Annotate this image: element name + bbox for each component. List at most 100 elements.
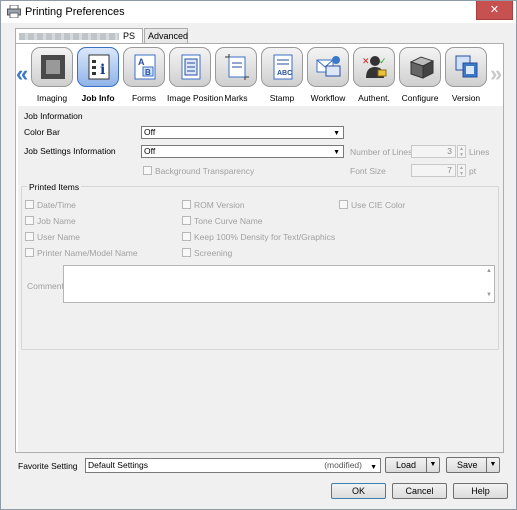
- number-of-lines-unit: Lines: [469, 147, 490, 157]
- printer-icon: [7, 4, 21, 19]
- job-info-icon: i: [88, 54, 110, 80]
- icon-tab-imaging[interactable]: Imaging: [29, 47, 75, 103]
- printed-items-heading: Printed Items: [27, 182, 82, 192]
- icon-tab-label: Forms: [131, 93, 157, 103]
- title-bar: Printing Preferences ✕: [1, 1, 516, 23]
- authentication-icon: ✕ ✓: [362, 56, 387, 78]
- font-size-label: Font Size: [350, 166, 386, 176]
- icon-tab-stamp[interactable]: ABC Stamp: [259, 47, 305, 103]
- save-dropdown-icon[interactable]: ▼: [486, 458, 499, 472]
- tab-ps[interactable]: PS: [15, 28, 143, 44]
- date-time-label: Date/Time: [37, 200, 76, 210]
- scroll-right-arrow: »: [490, 61, 503, 86]
- icon-tab-label: Configure: [401, 93, 439, 103]
- tab-ps-label: PS: [123, 31, 136, 41]
- save-button-label: Save: [457, 460, 478, 470]
- rom-version-checkbox[interactable]: [182, 200, 191, 209]
- favorite-setting-label: Favorite Setting: [18, 461, 78, 471]
- ok-button[interactable]: OK: [331, 483, 386, 499]
- forms-icon: AB: [134, 54, 156, 80]
- scroll-up-icon[interactable]: ▲: [486, 268, 492, 274]
- icon-tab-forms[interactable]: AB Forms: [121, 47, 167, 103]
- icon-tab-label: Marks: [224, 93, 248, 103]
- background-transparency-checkbox: [143, 166, 152, 175]
- color-bar-select[interactable]: Off ▼: [141, 126, 344, 139]
- tone-curve-name-checkbox[interactable]: [182, 216, 191, 225]
- close-button[interactable]: ✕: [476, 1, 513, 20]
- load-dropdown-icon[interactable]: ▼: [426, 458, 439, 472]
- save-button[interactable]: Save ▼: [446, 457, 500, 473]
- tone-curve-name-label: Tone Curve Name: [194, 216, 263, 226]
- color-bar-label: Color Bar: [24, 127, 60, 137]
- workflow-icon: [316, 56, 341, 77]
- tab-panel: « Imaging i Job Info AB Forms Image Posi…: [15, 43, 504, 453]
- help-button[interactable]: Help: [453, 483, 508, 499]
- color-bar-value: Off: [144, 127, 156, 137]
- use-cie-color-label: Use CIE Color: [351, 200, 406, 210]
- number-of-lines-label: Number of Lines: [350, 147, 413, 157]
- screening-checkbox[interactable]: [182, 248, 191, 257]
- svg-text:B: B: [145, 68, 151, 77]
- icon-tab-label: Image Position: [167, 93, 224, 103]
- job-name-checkbox[interactable]: [25, 216, 34, 225]
- scroll-left-arrow[interactable]: «: [16, 61, 28, 87]
- category-icon-strip: « Imaging i Job Info AB Forms Image Posi…: [16, 44, 503, 106]
- job-information-heading: Job Information: [24, 111, 83, 121]
- user-name-checkbox[interactable]: [25, 232, 34, 241]
- favorite-modified-state: (modified): [324, 460, 362, 470]
- icon-tab-label: Job Info: [81, 93, 115, 103]
- svg-text:ABC: ABC: [277, 70, 292, 77]
- job-settings-value: Off: [144, 146, 156, 156]
- load-button-label: Load: [396, 460, 417, 470]
- background-transparency-label: Background Transparency: [155, 166, 255, 176]
- svg-text:✕: ✕: [362, 56, 370, 66]
- chevron-down-icon: ▼: [333, 149, 340, 156]
- comment-textarea[interactable]: ▲ ▼: [63, 265, 495, 303]
- icon-tab-label: Workflow: [310, 93, 346, 103]
- favorite-setting-bar: Favorite Setting Default Settings (modif…: [15, 454, 504, 478]
- icon-tab-configure[interactable]: Configure: [397, 47, 443, 103]
- icon-tab-authent[interactable]: ✕ ✓ Authent.: [351, 47, 397, 103]
- icon-tab-label: Stamp: [269, 93, 295, 103]
- icon-tab-workflow[interactable]: Workflow: [305, 47, 351, 103]
- date-time-checkbox[interactable]: [25, 200, 34, 209]
- image-position-icon: [181, 54, 201, 80]
- use-cie-color-checkbox[interactable]: [339, 200, 348, 209]
- scroll-down-icon[interactable]: ▼: [486, 292, 492, 298]
- icon-tab-label: Authent.: [358, 93, 390, 103]
- redacted-printer-name: [19, 33, 119, 41]
- stamp-icon: ABC: [273, 54, 293, 80]
- job-settings-select[interactable]: Off ▼: [141, 145, 344, 158]
- job-settings-label: Job Settings Information: [24, 146, 116, 156]
- icon-tab-marks[interactable]: Marks: [213, 47, 259, 103]
- svg-text:A: A: [138, 57, 145, 67]
- printer-name-checkbox[interactable]: [25, 248, 34, 257]
- chevron-down-icon: ▼: [333, 130, 340, 137]
- icon-tab-image-position[interactable]: Image Position: [167, 47, 224, 103]
- rom-version-label: ROM Version: [194, 200, 245, 210]
- number-of-lines-input: 3: [411, 145, 456, 158]
- favorite-setting-value: Default Settings: [88, 460, 149, 470]
- number-of-lines-spinner: ▲ ▼: [457, 145, 466, 158]
- font-size-input: 7: [411, 164, 456, 177]
- favorite-setting-select[interactable]: Default Settings (modified) ▼: [85, 458, 381, 473]
- screening-label: Screening: [194, 248, 233, 258]
- comment-label: Comment: [27, 281, 64, 291]
- window-title: Printing Preferences: [25, 6, 125, 18]
- svg-text:✓: ✓: [379, 56, 387, 66]
- icon-tab-label: Imaging: [36, 93, 68, 103]
- icon-tab-label: Version: [451, 93, 481, 103]
- job-info-content: Job Information Color Bar Off ▼ Job Sett…: [18, 106, 503, 452]
- printing-preferences-window: Printing Preferences ✕ PS Advanced « Ima…: [0, 0, 517, 510]
- tab-advanced[interactable]: Advanced: [144, 28, 188, 43]
- load-button[interactable]: Load ▼: [385, 457, 440, 473]
- keep-density-label: Keep 100% Density for Text/Graphics: [194, 232, 336, 242]
- configure-icon: [409, 56, 434, 79]
- user-name-label: User Name: [37, 232, 80, 242]
- keep-density-checkbox[interactable]: [182, 232, 191, 241]
- cancel-button[interactable]: Cancel: [392, 483, 447, 499]
- icon-tab-job-info[interactable]: i Job Info: [75, 47, 121, 103]
- chevron-down-icon: ▼: [370, 464, 377, 471]
- icon-tab-version[interactable]: Version: [443, 47, 489, 103]
- font-size-spinner: ▲ ▼: [457, 164, 466, 177]
